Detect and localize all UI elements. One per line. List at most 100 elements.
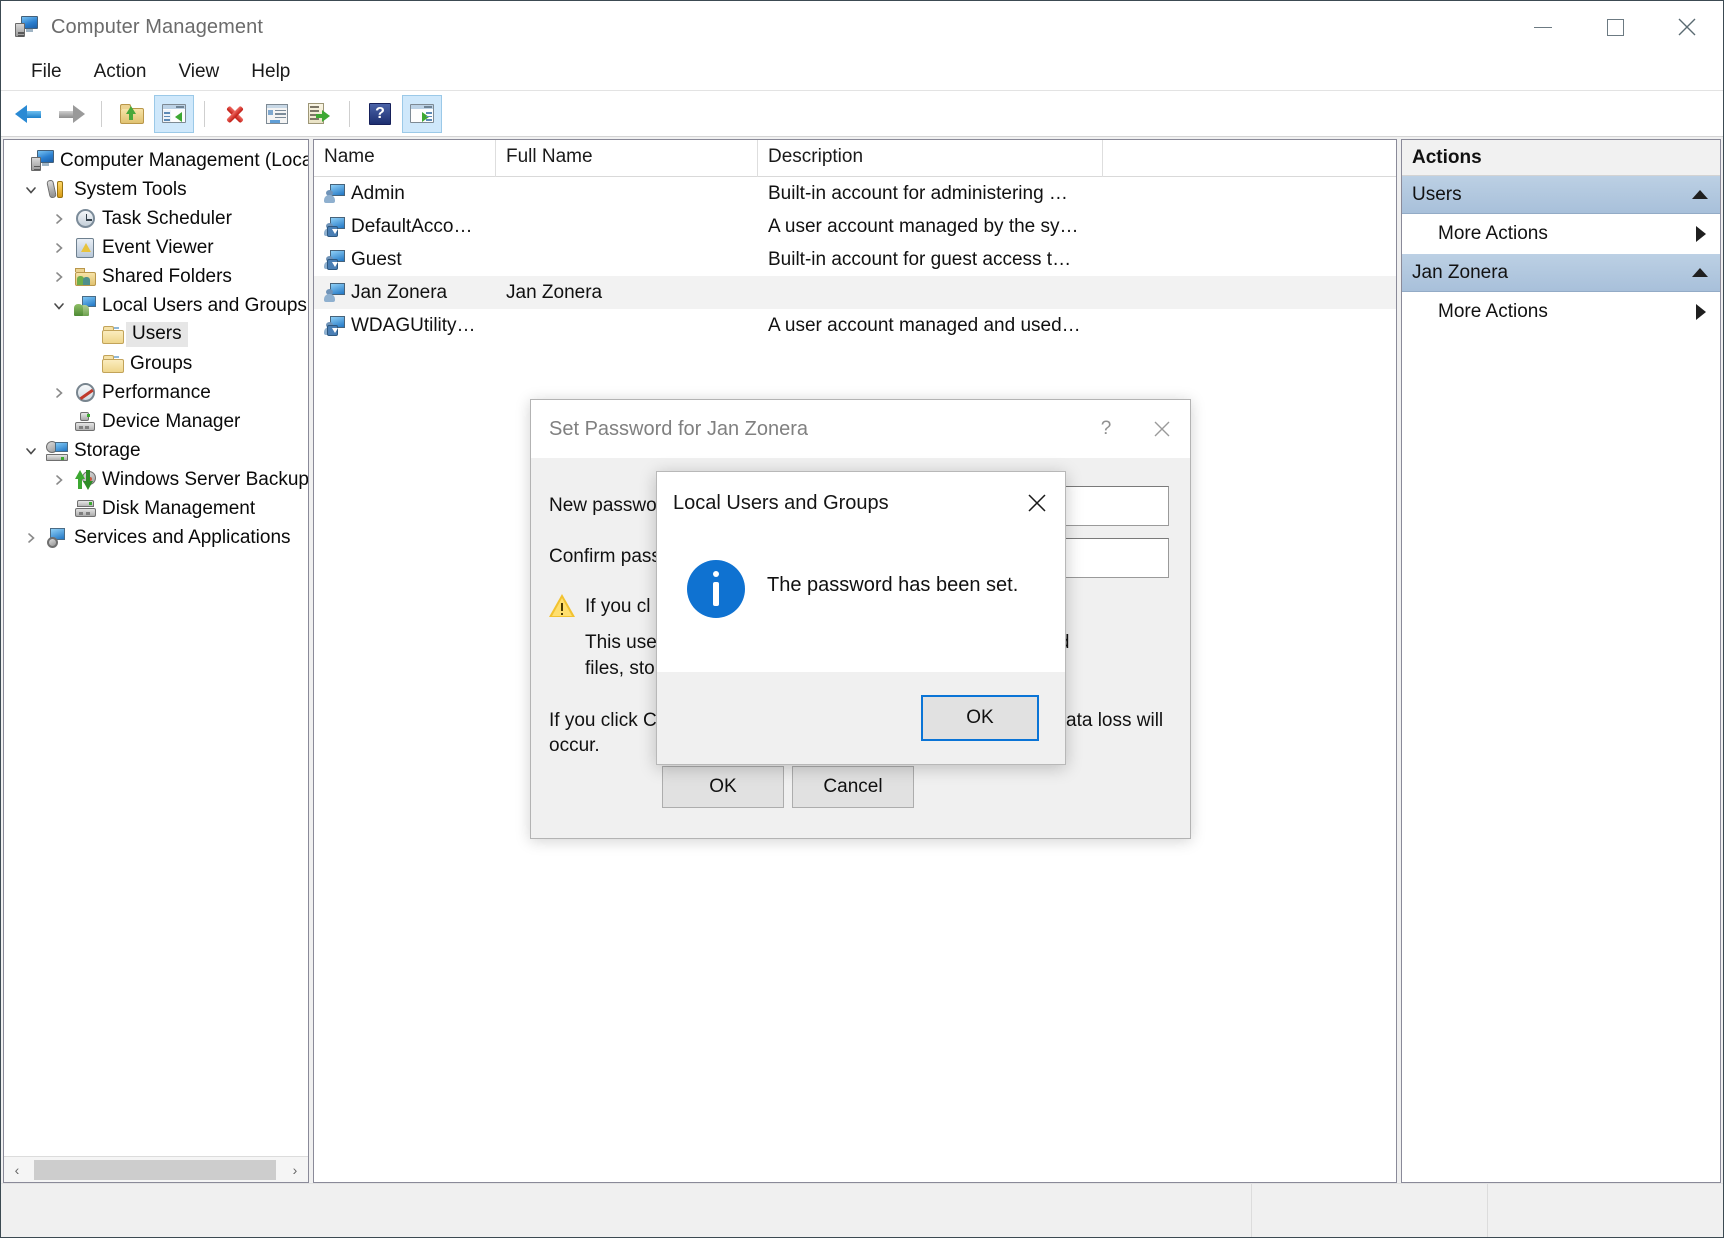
set-password-close-button[interactable] (1134, 400, 1190, 458)
forward-button[interactable] (51, 95, 91, 133)
tree-scroll-area[interactable]: Computer Management (Local) System Tools (4, 140, 308, 1156)
export-list-icon (308, 103, 330, 124)
forward-arrow-icon (57, 104, 85, 124)
chevron-down-icon[interactable] (46, 299, 72, 313)
tree-item-disk-management[interactable]: Disk Management (4, 494, 308, 523)
folder-icon (100, 325, 126, 344)
tree-item-task-scheduler[interactable]: Task Scheduler (4, 204, 308, 233)
menu-help[interactable]: Help (235, 57, 306, 87)
scroll-right-arrow-icon[interactable]: › (282, 1157, 308, 1183)
chevron-down-icon[interactable] (18, 183, 44, 197)
message-box-title: Local Users and Groups (673, 491, 889, 514)
computer-management-icon (15, 16, 39, 38)
status-bar-cell-2 (1487, 1184, 1723, 1237)
delete-button[interactable] (215, 95, 255, 133)
tree-item-label: System Tools (74, 178, 187, 200)
chevron-right-icon[interactable] (46, 241, 72, 255)
set-password-ok-button[interactable]: OK (662, 766, 784, 808)
chevron-right-icon[interactable] (46, 386, 72, 400)
table-row[interactable]: Admin Built-in account for administering… (314, 177, 1396, 210)
properties-button[interactable] (257, 95, 297, 133)
table-row[interactable]: DefaultAcco… A user account managed by t… (314, 210, 1396, 243)
tree-item-computer-management[interactable]: Computer Management (Local) (4, 146, 308, 175)
tree-item-users[interactable]: Users (4, 320, 308, 349)
chevron-right-icon[interactable] (46, 212, 72, 226)
folder-icon (100, 354, 126, 373)
tree-item-label: Local Users and Groups (102, 294, 307, 316)
table-row[interactable]: Jan Zonera Jan Zonera (314, 276, 1396, 309)
chevron-right-icon (1696, 226, 1706, 242)
tree-item-shared-folders[interactable]: Shared Folders (4, 262, 308, 291)
message-box-footer: OK (657, 672, 1065, 764)
show-action-pane-button[interactable] (402, 94, 442, 133)
table-row[interactable]: WDAGUtility… A user account managed and … (314, 309, 1396, 342)
column-header-description[interactable]: Description (758, 140, 1103, 177)
services-applications-icon (44, 527, 70, 548)
row-name-cell: Guest (314, 249, 496, 271)
tree-item-storage[interactable]: Storage (4, 436, 308, 465)
message-box-close-button[interactable] (1009, 472, 1065, 534)
tree-horizontal-scrollbar[interactable]: ‹ › (4, 1156, 308, 1182)
close-button[interactable] (1651, 1, 1723, 53)
table-row[interactable]: Guest Built-in account for guest access … (314, 243, 1396, 276)
tree-item-label: Device Manager (102, 410, 241, 432)
minimize-button[interactable] (1507, 1, 1579, 53)
scrollbar-thumb[interactable] (34, 1159, 276, 1180)
computer-management-icon (30, 149, 56, 172)
actions-group-header-jan-zonera[interactable]: Jan Zonera (1402, 254, 1720, 292)
menu-action[interactable]: Action (78, 57, 163, 87)
computer-management-window: Computer Management File Action View Hel… (0, 0, 1724, 1238)
warning-line-1: If you cl (585, 596, 651, 617)
action-more-actions-users[interactable]: More Actions (1402, 214, 1720, 254)
chevron-up-icon[interactable] (1692, 268, 1708, 277)
row-name-cell: DefaultAcco… (314, 216, 496, 238)
device-manager-icon (72, 412, 98, 431)
close-icon (1154, 421, 1170, 437)
folder-up-icon (120, 103, 144, 124)
show-hide-console-tree-button[interactable] (154, 94, 194, 133)
user-icon (324, 283, 345, 302)
menu-view[interactable]: View (162, 57, 235, 87)
set-password-dialog-title: Set Password for Jan Zonera (549, 417, 809, 440)
tree-item-device-manager[interactable]: Device Manager (4, 407, 308, 436)
help-question-button[interactable]: ? (1078, 400, 1134, 458)
column-header-name[interactable]: Name (314, 140, 496, 177)
row-name-cell: Jan Zonera (314, 282, 496, 304)
column-header-full-name[interactable]: Full Name (496, 140, 758, 177)
tree-item-groups[interactable]: Groups (4, 349, 308, 378)
window-controls (1507, 1, 1723, 53)
back-button[interactable] (9, 95, 49, 133)
help-button[interactable]: ? (360, 95, 400, 133)
tree-item-system-tools[interactable]: System Tools (4, 175, 308, 204)
chevron-right-icon (1696, 304, 1706, 320)
message-box-ok-button[interactable]: OK (921, 695, 1039, 741)
tree-item-local-users-and-groups[interactable]: Local Users and Groups (4, 291, 308, 320)
console-tree-icon (162, 104, 186, 123)
set-password-cancel-button[interactable]: Cancel (792, 766, 914, 808)
up-one-level-button[interactable] (112, 95, 152, 133)
scrollbar-track[interactable] (30, 1157, 282, 1183)
actions-group-header-users[interactable]: Users (1402, 176, 1720, 214)
tree-item-windows-server-backup[interactable]: Windows Server Backup (4, 465, 308, 494)
chevron-right-icon[interactable] (46, 473, 72, 487)
menu-file[interactable]: File (15, 57, 78, 87)
status-bar (1, 1183, 1723, 1237)
tree-item-event-viewer[interactable]: Event Viewer (4, 233, 308, 262)
window-title: Computer Management (51, 15, 264, 38)
maximize-button[interactable] (1579, 1, 1651, 53)
menu-bar: File Action View Help (1, 53, 1723, 91)
tree-item-performance[interactable]: Performance (4, 378, 308, 407)
chevron-up-icon[interactable] (1692, 190, 1708, 199)
export-list-button[interactable] (299, 95, 339, 133)
action-pane-icon (410, 104, 434, 123)
set-password-dialog-titlebar: Set Password for Jan Zonera ? (531, 400, 1190, 458)
chevron-right-icon[interactable] (18, 531, 44, 545)
chevron-down-icon[interactable] (18, 444, 44, 458)
tree-item-services-and-applications[interactable]: Services and Applications (4, 523, 308, 552)
scroll-left-arrow-icon[interactable]: ‹ (4, 1157, 30, 1183)
tree-item-label: Services and Applications (74, 526, 291, 548)
action-more-actions-jan-zonera[interactable]: More Actions (1402, 292, 1720, 332)
chevron-right-icon[interactable] (46, 270, 72, 284)
warning-triangle-icon (549, 594, 575, 618)
user-icon (324, 316, 345, 336)
